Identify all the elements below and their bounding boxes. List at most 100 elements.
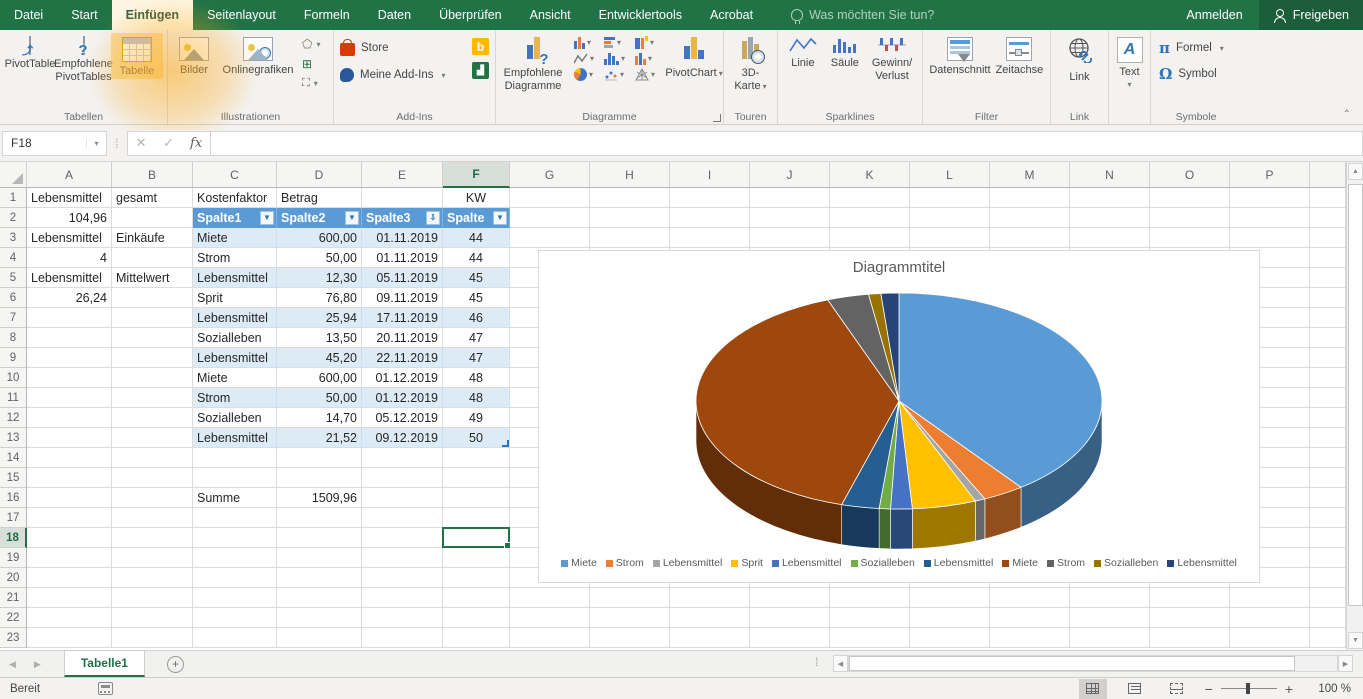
cell-D15[interactable]	[277, 468, 362, 488]
vertical-scrollbar[interactable]: ▲ ▼	[1346, 162, 1363, 650]
cell-F21[interactable]	[443, 588, 510, 608]
cell-K23[interactable]	[830, 628, 910, 648]
radar-chart-button[interactable]: ▾	[633, 67, 657, 82]
cell-B23[interactable]	[112, 628, 193, 648]
ribbon-tab-acrobat[interactable]: Acrobat	[696, 0, 767, 30]
cell-A17[interactable]	[27, 508, 112, 528]
ribbon-tab-seitenlayout[interactable]: Seitenlayout	[193, 0, 290, 30]
cell-F23[interactable]	[443, 628, 510, 648]
row-header-17[interactable]: 17	[0, 508, 27, 528]
cell-H1[interactable]	[590, 188, 670, 208]
cell-D2[interactable]: Spalte2▼	[277, 208, 362, 228]
sheet-nav-left-icon[interactable]: ◀	[0, 651, 25, 677]
cell-A7[interactable]	[27, 308, 112, 328]
cell-B20[interactable]	[112, 568, 193, 588]
cell-D16[interactable]: 1509,96	[277, 488, 362, 508]
cell-E18[interactable]	[362, 528, 443, 548]
sparkline-line-button[interactable]: Linie	[782, 33, 824, 72]
cell-A14[interactable]	[27, 448, 112, 468]
name-box[interactable]: F18 ▾	[2, 131, 107, 156]
pie-chart-button[interactable]: ▾	[572, 67, 596, 82]
sheet-tab-tabelle1[interactable]: Tabelle1	[64, 651, 145, 677]
cell-B18[interactable]	[112, 528, 193, 548]
pie-chart-object[interactable]: Diagrammtitel MieteStromLebensmittelSpri…	[538, 250, 1260, 583]
normal-view-button[interactable]	[1079, 679, 1107, 699]
cell-C4[interactable]: Strom	[193, 248, 277, 268]
cell-N1[interactable]	[1070, 188, 1150, 208]
cell-B7[interactable]	[112, 308, 193, 328]
column-header-N[interactable]: N	[1070, 162, 1150, 188]
pivottable-button[interactable]: ⤴ PivotTable	[4, 33, 56, 72]
cell-F3[interactable]: 44	[443, 228, 510, 248]
cell-L3[interactable]	[910, 228, 990, 248]
cell-J3[interactable]	[750, 228, 830, 248]
link-button[interactable]: Link	[1057, 33, 1103, 85]
cell-L21[interactable]	[910, 588, 990, 608]
cell-B4[interactable]	[112, 248, 193, 268]
ribbon-tab-überprüfen[interactable]: Überprüfen	[425, 0, 516, 30]
column-header-M[interactable]: M	[990, 162, 1070, 188]
table-button[interactable]: Tabelle	[111, 33, 163, 79]
table-resize-handle[interactable]	[502, 440, 509, 447]
row-header-12[interactable]: 12	[0, 408, 27, 428]
cell-B6[interactable]	[112, 288, 193, 308]
filter-button-icon[interactable]: ▼	[260, 211, 274, 225]
cell-M21[interactable]	[990, 588, 1070, 608]
cell-D18[interactable]	[277, 528, 362, 548]
cell-E3[interactable]: 01.11.2019	[362, 228, 443, 248]
cell-A9[interactable]	[27, 348, 112, 368]
cell-D20[interactable]	[277, 568, 362, 588]
column-header-D[interactable]: D	[277, 162, 362, 188]
cell-A20[interactable]	[27, 568, 112, 588]
cell-B2[interactable]	[112, 208, 193, 228]
cell-A8[interactable]	[27, 328, 112, 348]
cell-D7[interactable]: 25,94	[277, 308, 362, 328]
cell-D9[interactable]: 45,20	[277, 348, 362, 368]
cell-Q3[interactable]	[1310, 228, 1346, 248]
horizontal-scroll-track[interactable]	[848, 655, 1338, 672]
cell-E8[interactable]: 20.11.2019	[362, 328, 443, 348]
cell-C15[interactable]	[193, 468, 277, 488]
cell-L2[interactable]	[910, 208, 990, 228]
sheet-grid[interactable]: ABCDEFGHIJKLMNOP 1LebensmittelgesamtKost…	[0, 162, 1346, 650]
combo-chart-button[interactable]: ▾	[633, 51, 657, 66]
cell-D8[interactable]: 13,50	[277, 328, 362, 348]
cell-I22[interactable]	[670, 608, 750, 628]
cell-Q13[interactable]	[1310, 428, 1346, 448]
cell-D3[interactable]: 600,00	[277, 228, 362, 248]
cell-F17[interactable]	[443, 508, 510, 528]
formula-input[interactable]	[211, 131, 1363, 156]
record-macro-icon[interactable]	[98, 682, 113, 695]
cell-P22[interactable]	[1230, 608, 1310, 628]
cell-N2[interactable]	[1070, 208, 1150, 228]
cell-Q2[interactable]	[1310, 208, 1346, 228]
bing-maps-icon[interactable]: b	[472, 38, 489, 55]
timeline-button[interactable]: Zeitachse	[993, 33, 1046, 78]
cell-Q5[interactable]	[1310, 268, 1346, 288]
online-pictures-button[interactable]: Onlinegrafiken	[216, 33, 300, 78]
cell-C13[interactable]: Lebensmittel	[193, 428, 277, 448]
column-header-L[interactable]: L	[910, 162, 990, 188]
cell-C11[interactable]: Strom	[193, 388, 277, 408]
shapes-button[interactable]: ⬠	[300, 36, 322, 52]
column-header-I[interactable]: I	[670, 162, 750, 188]
cell-C22[interactable]	[193, 608, 277, 628]
cell-A2[interactable]: 104,96	[27, 208, 112, 228]
cell-L22[interactable]	[910, 608, 990, 628]
row-header-21[interactable]: 21	[0, 588, 27, 608]
cell-B5[interactable]: Mittelwert	[112, 268, 193, 288]
row-header-9[interactable]: 9	[0, 348, 27, 368]
cell-A12[interactable]	[27, 408, 112, 428]
page-layout-view-button[interactable]	[1121, 679, 1149, 699]
row-header-8[interactable]: 8	[0, 328, 27, 348]
cell-D4[interactable]: 50,00	[277, 248, 362, 268]
ribbon-tab-start[interactable]: Start	[57, 0, 111, 30]
cell-B1[interactable]: gesamt	[112, 188, 193, 208]
cell-C2[interactable]: Spalte1▼	[193, 208, 277, 228]
cell-O21[interactable]	[1150, 588, 1230, 608]
cell-A23[interactable]	[27, 628, 112, 648]
cell-B14[interactable]	[112, 448, 193, 468]
map-3d-button[interactable]: 3D- Karte	[728, 33, 774, 93]
cell-E20[interactable]	[362, 568, 443, 588]
ribbon-tab-entwicklertools[interactable]: Entwicklertools	[585, 0, 696, 30]
